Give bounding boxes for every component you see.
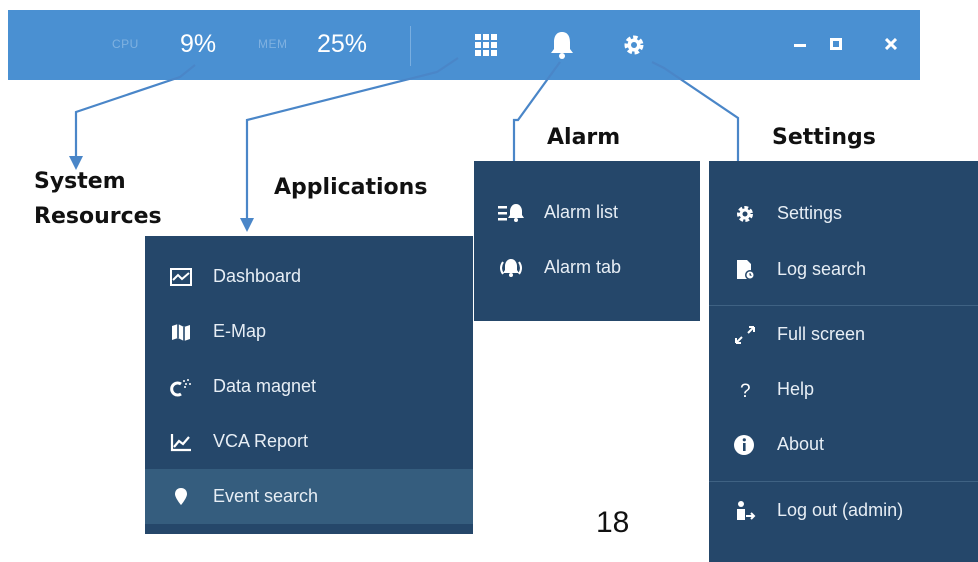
menu-item-alarm-list[interactable]: Alarm list (474, 185, 700, 240)
page-number: 18 (596, 506, 630, 539)
system-resources-callout: System Resources (34, 164, 162, 234)
info-icon (733, 434, 757, 456)
menu-item-e-map[interactable]: E-Map (145, 304, 473, 359)
menu-divider (709, 481, 978, 482)
menu-item-settings[interactable]: Settings (709, 186, 978, 241)
menu-item-label: VCA Report (213, 431, 309, 451)
log-search-icon (733, 259, 757, 281)
menu-item-dashboard[interactable]: Dashboard (145, 249, 473, 304)
callout-line: Resources (34, 204, 162, 229)
gear-icon (733, 203, 757, 225)
menu-item-help[interactable]: ? Help (709, 362, 978, 417)
menu-item-log-out[interactable]: Log out (admin) (709, 483, 978, 538)
menu-item-label: Full screen (777, 324, 866, 344)
menu-item-label: Settings (777, 203, 843, 223)
callout-line: System (34, 169, 126, 194)
menu-item-label: Log out (admin) (777, 500, 904, 520)
map-icon (169, 321, 193, 343)
svg-text:?: ? (740, 381, 751, 401)
alarm-menu: Alarm list Alarm tab (474, 161, 700, 321)
menu-item-alarm-tab[interactable]: Alarm tab (474, 240, 700, 295)
menu-item-full-screen[interactable]: Full screen (709, 307, 978, 362)
menu-item-label: Alarm list (544, 202, 619, 222)
menu-item-label: Alarm tab (544, 257, 622, 277)
magnet-icon (169, 376, 193, 398)
menu-item-vca-report[interactable]: VCA Report (145, 414, 473, 469)
menu-item-log-search[interactable]: Log search (709, 242, 978, 297)
fullscreen-icon (733, 324, 757, 346)
menu-item-label: About (777, 434, 825, 454)
logout-icon (733, 500, 757, 522)
menu-item-label: Log search (777, 259, 867, 279)
chart-icon (169, 431, 193, 453)
alarm-callout: Alarm (547, 125, 621, 150)
menu-item-data-magnet[interactable]: Data magnet (145, 359, 473, 414)
menu-item-label: Event search (213, 486, 319, 506)
menu-item-about[interactable]: About (709, 417, 978, 472)
applications-callout: Applications (274, 175, 428, 200)
settings-menu: Settings Log search Full screen ? Help A… (709, 161, 978, 562)
menu-item-label: Data magnet (213, 376, 317, 396)
alarm-tab-icon (498, 257, 522, 279)
alarm-list-icon (498, 202, 524, 224)
menu-item-event-search[interactable]: Event search (145, 469, 473, 524)
arrow-system-resources (74, 64, 196, 160)
menu-item-label: E-Map (213, 321, 267, 341)
help-icon: ? (733, 379, 757, 401)
menu-divider (709, 305, 978, 306)
location-pin-icon (169, 486, 193, 508)
menu-item-label: Help (777, 379, 815, 399)
menu-item-label: Dashboard (213, 266, 302, 286)
applications-menu: Dashboard E-Map Data magnet VCA Report E… (145, 236, 473, 534)
settings-callout: Settings (772, 125, 876, 150)
dashboard-icon (169, 266, 193, 288)
